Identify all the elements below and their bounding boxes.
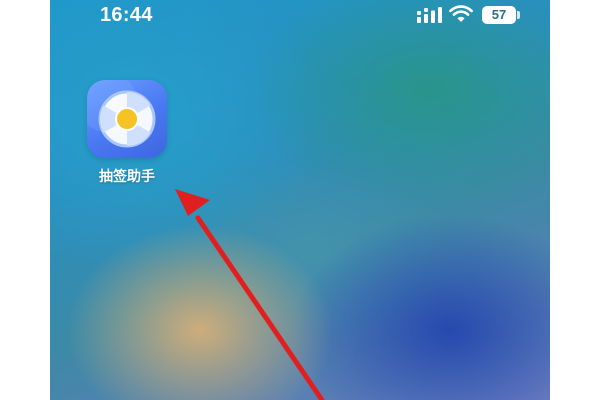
battery-tip xyxy=(517,11,520,19)
red-pointer-arrow-icon xyxy=(175,189,325,400)
app-draw-lots-assistant[interactable]: 抽签助手 xyxy=(83,80,171,190)
phone-home-screen: 16:44 57 抽签助手 xyxy=(50,0,550,400)
app-icon-graphic xyxy=(87,80,156,148)
draw-lots-app-icon[interactable] xyxy=(87,80,167,158)
status-time: 16:44 xyxy=(100,4,153,26)
wifi-icon xyxy=(449,5,473,22)
cellular-signal-icon xyxy=(417,7,442,23)
status-bar: 16:44 57 xyxy=(50,0,550,32)
battery-indicator: 57 xyxy=(482,6,516,24)
app-label: 抽签助手 xyxy=(99,169,155,185)
screenshot-frame: 16:44 57 抽签助手 xyxy=(0,0,600,400)
